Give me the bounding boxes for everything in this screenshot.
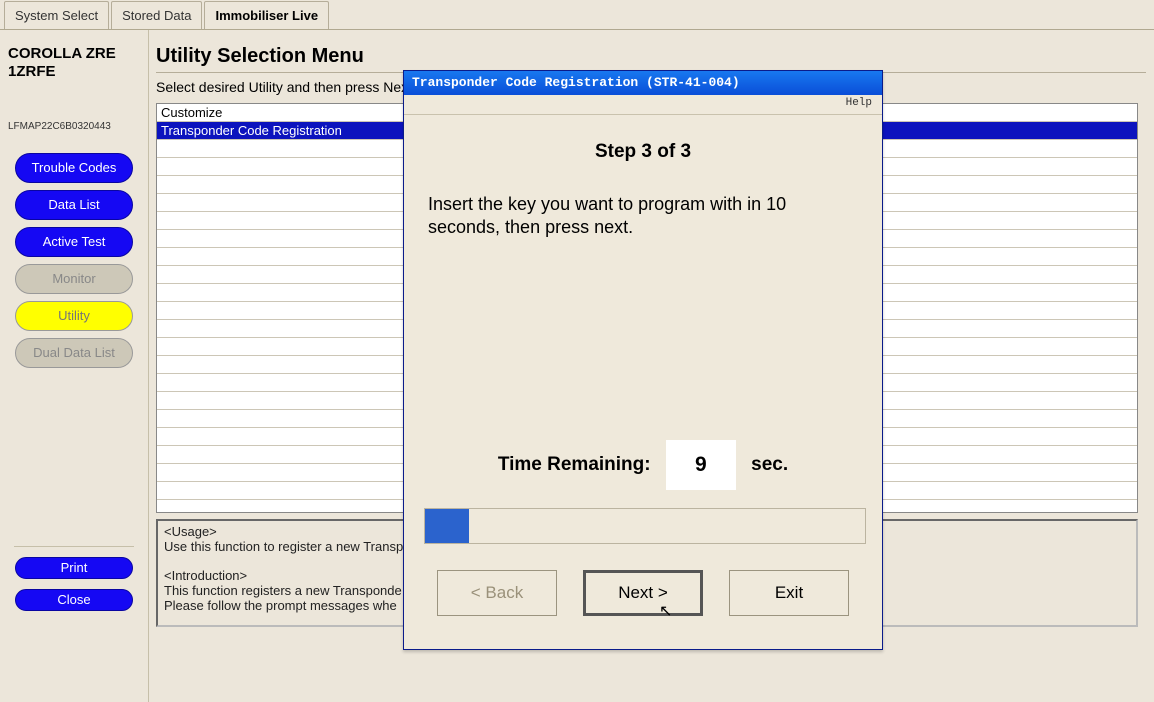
instruction-text: Insert the key you want to program with …: [424, 193, 862, 240]
divider: [14, 546, 134, 547]
exit-button[interactable]: Exit: [729, 570, 849, 616]
monitor-button: Monitor: [15, 264, 133, 294]
dialog-menubar: Help: [404, 95, 882, 115]
page-title: Utility Selection Menu: [156, 33, 1146, 72]
progress-fill: [425, 509, 469, 543]
step-indicator: Step 3 of 3: [424, 141, 862, 163]
trouble-codes-button[interactable]: Trouble Codes: [15, 153, 133, 183]
time-value: 9: [666, 440, 736, 490]
transponder-dialog: Transponder Code Registration (STR-41-00…: [403, 70, 883, 650]
print-button[interactable]: Print: [15, 557, 133, 579]
dialog-title: Transponder Code Registration (STR-41-00…: [404, 71, 882, 95]
vehicle-title: COROLLA ZRE 1ZRFE: [6, 41, 142, 91]
help-menu[interactable]: Help: [846, 97, 872, 109]
back-button: < Back: [437, 570, 557, 616]
tab-immobiliser-live[interactable]: Immobiliser Live: [204, 1, 329, 29]
map-id: LFMAP22C6B0320443: [6, 91, 142, 146]
tab-stored-data[interactable]: Stored Data: [111, 1, 202, 29]
close-button[interactable]: Close: [15, 589, 133, 611]
time-remaining: Time Remaining: 9 sec.: [424, 440, 862, 490]
dual-data-list-button: Dual Data List: [15, 338, 133, 368]
sidebar: COROLLA ZRE 1ZRFE LFMAP22C6B0320443 Trou…: [0, 33, 148, 702]
next-button[interactable]: Next >: [583, 570, 703, 616]
time-unit: sec.: [751, 454, 788, 475]
vertical-divider: [148, 30, 149, 702]
utility-button[interactable]: Utility: [15, 301, 133, 331]
tab-bar: System Select Stored Data Immobiliser Li…: [0, 0, 1154, 30]
progress-bar: [424, 508, 866, 544]
tab-system-select[interactable]: System Select: [4, 1, 109, 29]
time-label: Time Remaining:: [498, 454, 651, 475]
active-test-button[interactable]: Active Test: [15, 227, 133, 257]
data-list-button[interactable]: Data List: [15, 190, 133, 220]
